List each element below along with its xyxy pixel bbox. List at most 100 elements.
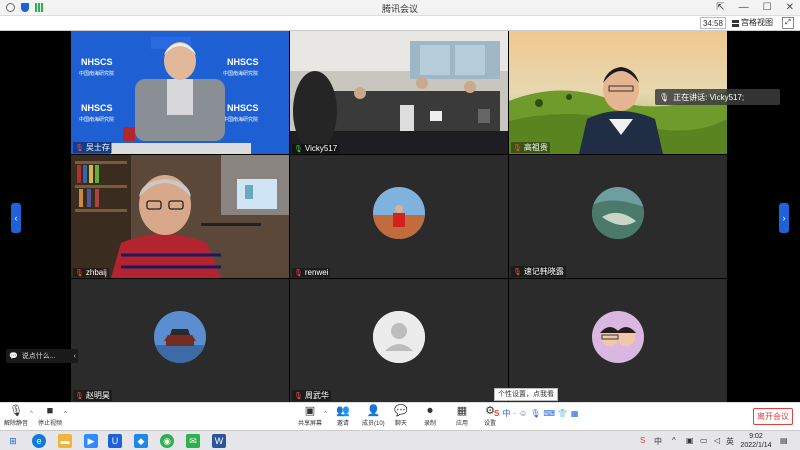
- next-page-button[interactable]: ›: [779, 203, 789, 233]
- file-explorer-icon[interactable]: ▬: [58, 434, 72, 448]
- maximize-icon[interactable]: ☐: [763, 0, 772, 16]
- share-label: 共享屏幕: [298, 421, 323, 427]
- clock-date: 2022/1/14: [740, 442, 772, 449]
- punctuation-icon[interactable]: ·: [513, 409, 516, 418]
- prev-page-button[interactable]: ‹: [11, 203, 21, 233]
- chat-button[interactable]: 💬 聊天: [394, 405, 408, 427]
- banner-logo-subtext: 中国南海研究院: [79, 116, 114, 123]
- sogou-tray-icon[interactable]: S: [640, 436, 645, 445]
- participant-tile[interactable]: 🎙 renwei: [290, 155, 508, 278]
- participant-tile[interactable]: [509, 279, 727, 402]
- unmute-button[interactable]: 🎙 解除静音: [4, 405, 28, 427]
- pin-icon[interactable]: ⇱: [716, 0, 724, 16]
- participant-tile[interactable]: 🎙 赵明昊: [71, 279, 289, 402]
- mic-muted-icon: 🎙: [75, 269, 84, 277]
- close-icon[interactable]: ✕: [786, 0, 794, 16]
- members-button[interactable]: 👤 成员(10): [362, 405, 385, 427]
- avatar: [373, 310, 425, 363]
- mic-muted-icon: 🎙: [294, 392, 303, 400]
- participant-name: 赵明昊: [85, 391, 110, 400]
- skin-icon[interactable]: 👕: [558, 409, 568, 418]
- ime-toolbar[interactable]: S 中 · ☺ 🎙 ⌨ 👕 ▦: [494, 406, 624, 420]
- wechat-icon[interactable]: ✉: [186, 434, 200, 448]
- notification-icon[interactable]: ▤: [780, 436, 788, 445]
- participant-video: NHSCS 中国南海研究院 NHSCS 中国南海研究院 NHSCS 中国南海研究…: [71, 31, 289, 154]
- banner-logo-subtext: 中国南海研究院: [223, 70, 258, 77]
- windows-taskbar: ⊞ e ▬ ▶ U ◆ ◉ ✉ W S 中 ^ ▣ ▭ ◁ 英 9:02 202…: [0, 430, 800, 450]
- avatar: [154, 310, 206, 363]
- search-app-icon[interactable]: ◉: [160, 434, 174, 448]
- toolbox-icon[interactable]: ▦: [571, 409, 579, 418]
- keyboard-icon[interactable]: ⌨: [543, 409, 555, 418]
- members-label: 成员(10): [362, 421, 385, 427]
- fullscreen-icon[interactable]: ⤢: [782, 17, 794, 29]
- participant-label: 🎙 zhbaij: [73, 268, 109, 277]
- mic-muted-icon: 🎙: [513, 268, 522, 276]
- share-screen-button[interactable]: ▣ 共享屏幕: [298, 405, 322, 427]
- view-label: 宫格视图: [741, 18, 773, 27]
- chevron-up-icon[interactable]: ^: [324, 411, 327, 417]
- participant-label: 🎙 Vicky517: [292, 144, 340, 153]
- meeting-app: 腾讯会议 ⇱ — ☐ ✕ 34:58 宫格视图 ⤢ NHSCS 中国南海研究院 …: [0, 0, 800, 450]
- chevron-up-icon[interactable]: ^: [64, 411, 67, 417]
- ime-tray-icon[interactable]: 英: [726, 436, 734, 447]
- mic-active-icon: 🎙: [294, 145, 303, 153]
- settings-label: 设置: [484, 421, 497, 427]
- leave-meeting-button[interactable]: 离开会议: [753, 408, 793, 425]
- word-icon[interactable]: W: [212, 434, 226, 448]
- chat-label: 聊天: [394, 421, 407, 427]
- participant-name: renwei: [304, 268, 329, 277]
- participant-label: 🎙 吴士存: [73, 142, 112, 153]
- unmute-label: 解除静音: [4, 421, 29, 427]
- avatar: [592, 186, 644, 239]
- ime-tray-icon[interactable]: 中: [654, 436, 662, 447]
- record-label: 录制: [424, 421, 437, 427]
- record-button[interactable]: ⏺ 录制: [424, 405, 436, 427]
- u-app-icon[interactable]: U: [108, 434, 122, 448]
- mic-muted-icon: 🎙: [294, 269, 303, 277]
- minimize-icon[interactable]: —: [739, 0, 749, 16]
- emoji-icon[interactable]: ☺: [519, 409, 527, 418]
- participant-label: 🎙 高祖贵: [511, 142, 550, 153]
- volume-icon[interactable]: ◁: [714, 436, 720, 445]
- mic-muted-icon: 🎙: [513, 144, 522, 152]
- speaker-icon: 🎙: [659, 92, 670, 102]
- network-icon[interactable]: ▭: [700, 436, 708, 445]
- chat-bubble-icon: 💬: [9, 353, 18, 360]
- tray-app-icon[interactable]: ▣: [686, 436, 694, 445]
- stop-video-button[interactable]: ■ 停止视频: [38, 405, 62, 427]
- participant-name: 吴士存: [85, 143, 110, 152]
- voice-icon[interactable]: 🎙: [530, 409, 540, 418]
- chevron-up-icon[interactable]: ^: [672, 436, 676, 445]
- stop-video-label: 停止视频: [38, 421, 63, 427]
- participant-name: zhbaij: [85, 268, 107, 277]
- clock[interactable]: 9:02 2022/1/14: [736, 432, 776, 450]
- windows-start-icon[interactable]: ⊞: [6, 434, 20, 448]
- ime-language[interactable]: 中: [502, 408, 510, 419]
- participant-tile[interactable]: NHSCS 中国南海研究院 NHSCS 中国南海研究院 NHSCS 中国南海研究…: [71, 31, 289, 154]
- invite-button[interactable]: 👥 邀请: [336, 405, 350, 427]
- title-bar: 腾讯会议 ⇱ — ☐ ✕: [0, 0, 800, 16]
- apps-label: 应用: [456, 421, 469, 427]
- participant-tile[interactable]: 🎙 速记韩晓露: [509, 155, 727, 278]
- participant-tile[interactable]: 🎙 Vicky517: [290, 31, 508, 154]
- avatar: [592, 310, 644, 363]
- participant-tile[interactable]: 🎙 zhbaij: [71, 155, 289, 278]
- zoom-app-icon[interactable]: ▶: [84, 434, 98, 448]
- banner-logo-subtext: 中国南海研究院: [223, 116, 258, 123]
- edge-browser-icon[interactable]: e: [32, 434, 46, 448]
- chat-icon: 💬: [394, 405, 408, 417]
- banner-logo-text: NHSCS: [81, 57, 113, 67]
- chat-input[interactable]: 💬 说点什么... ‹: [6, 349, 78, 363]
- elapsed-time: 34:58: [700, 17, 726, 29]
- mic-muted-icon: 🎙: [75, 144, 84, 152]
- tencent-meeting-icon[interactable]: ◆: [134, 434, 148, 448]
- share-screen-icon: ▣: [304, 405, 316, 417]
- sogou-icon[interactable]: S: [494, 409, 499, 418]
- apps-button[interactable]: ▦ 应用: [456, 405, 468, 427]
- record-icon: ⏺: [427, 405, 433, 417]
- participant-tile[interactable]: 🎙 周武华: [290, 279, 508, 402]
- chevron-left-icon[interactable]: ‹: [74, 353, 78, 360]
- view-switch-button[interactable]: 宫格视图: [732, 17, 773, 29]
- chevron-up-icon[interactable]: ^: [30, 411, 33, 417]
